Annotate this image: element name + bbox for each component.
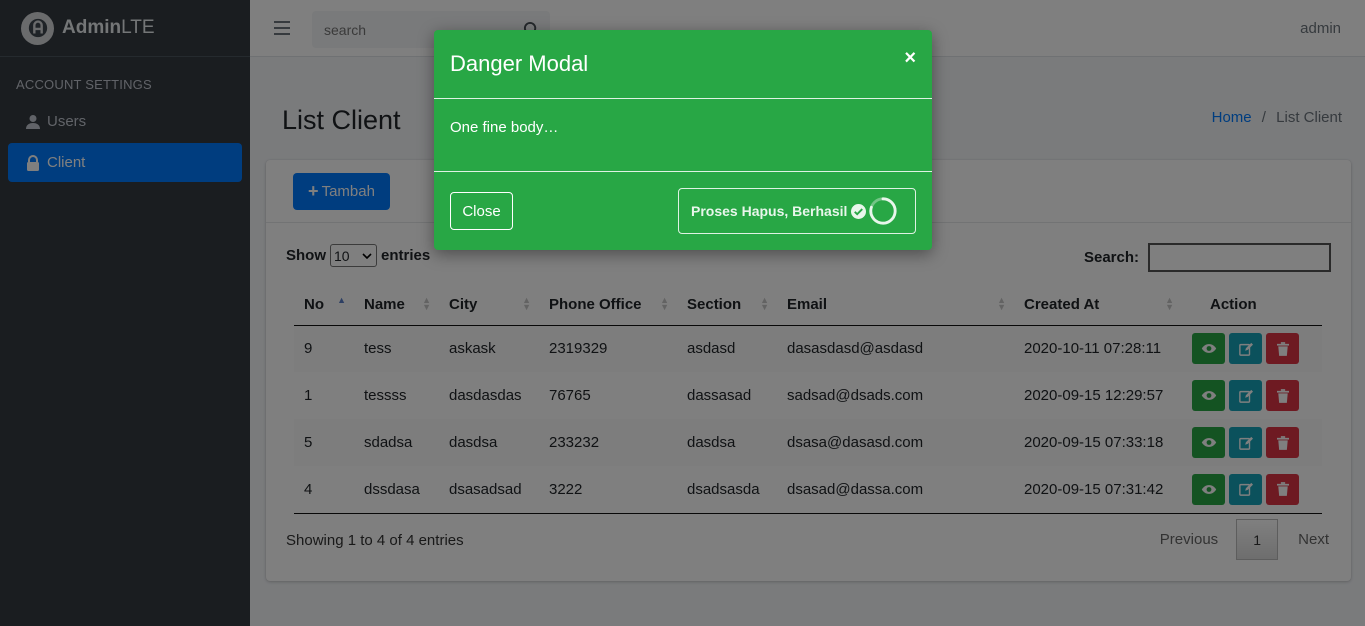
modal-body: One fine body… (434, 99, 932, 172)
proses-hapus-label: Proses Hapus, Berhasil (691, 203, 848, 219)
close-icon[interactable]: × (904, 47, 916, 70)
close-button[interactable]: Close (450, 192, 513, 230)
modal-body-text: One fine body… (450, 119, 559, 136)
modal-header: Danger Modal × (434, 30, 932, 99)
danger-modal: Danger Modal × One fine body… Close Pros… (434, 30, 932, 250)
modal-footer: Close Proses Hapus, Berhasil (434, 172, 932, 250)
check-circle-icon (851, 203, 867, 219)
modal-title: Danger Modal (450, 51, 589, 76)
spinner-icon (869, 197, 897, 225)
proses-hapus-button[interactable]: Proses Hapus, Berhasil (678, 188, 916, 234)
